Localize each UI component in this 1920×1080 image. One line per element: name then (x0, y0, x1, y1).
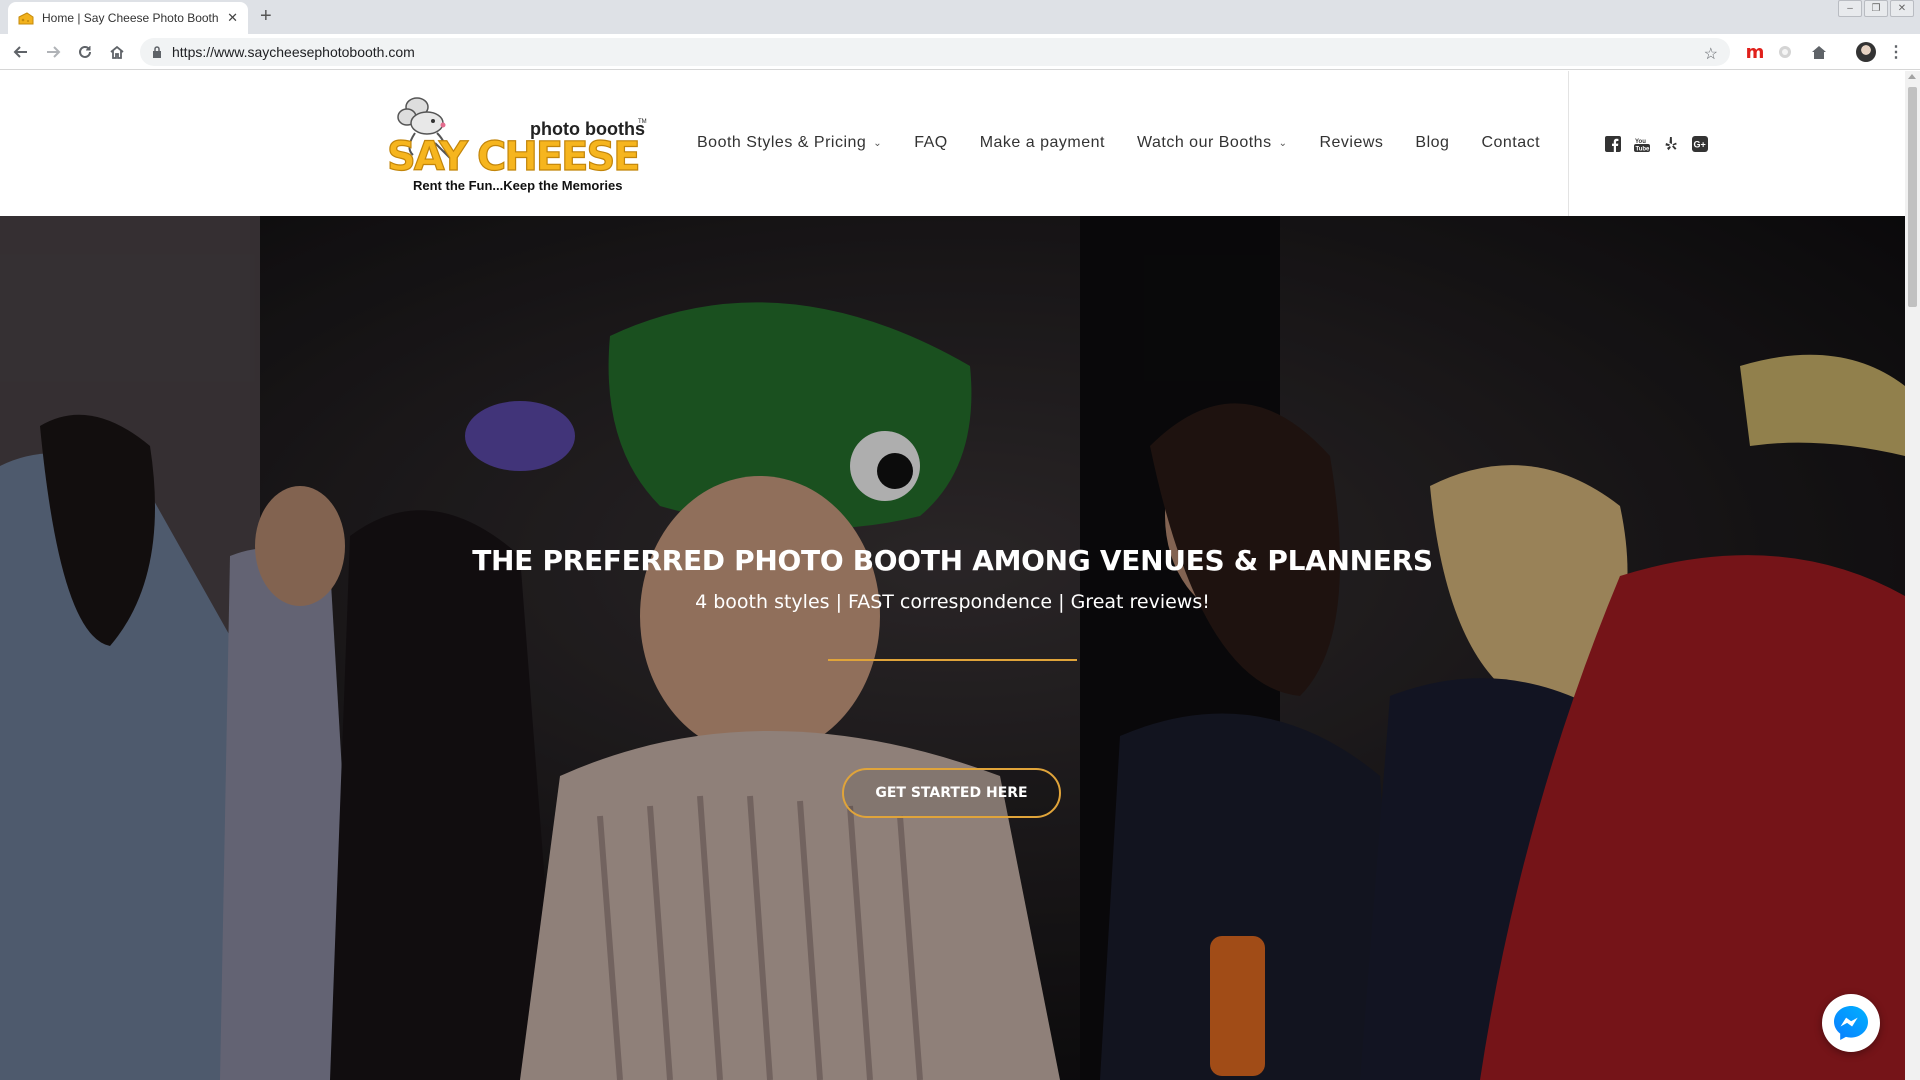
chevron-down-icon: ⌄ (1278, 137, 1288, 149)
facebook-icon[interactable] (1604, 135, 1621, 152)
svg-text:TM: TM (638, 119, 647, 125)
cheese-favicon-icon (18, 11, 34, 24)
home-extension-icon[interactable] (1809, 42, 1829, 62)
extension-grey-icon[interactable] (1775, 42, 1795, 62)
nav-faq[interactable]: FAQ (914, 134, 948, 152)
chevron-down-icon: ⌄ (873, 137, 883, 149)
page-viewport: photo booths TM SAY CHEESE Rent the Fun.… (0, 71, 1905, 1080)
nav-contact[interactable]: Contact (1481, 134, 1540, 152)
hero-content: THE PREFERRED PHOTO BOOTH AMONG VENUES &… (0, 216, 1905, 1080)
messenger-icon (1834, 1006, 1868, 1040)
scroll-up-arrow-icon[interactable] (1908, 74, 1916, 79)
svg-text:Tube: Tube (1635, 146, 1650, 152)
tab-close-icon[interactable]: ✕ (227, 10, 238, 26)
nav-label: Booth Styles & Pricing (697, 134, 867, 151)
nav-label: Contact (1481, 134, 1541, 151)
back-arrow-icon[interactable] (10, 41, 32, 63)
profile-avatar[interactable] (1856, 42, 1876, 62)
hero-divider (828, 659, 1077, 661)
main-nav: Booth Styles & Pricing ⌄ FAQ Make a paym… (697, 134, 1572, 152)
hero-title: THE PREFERRED PHOTO BOOTH AMONG VENUES &… (472, 544, 1433, 577)
browser-tab-active[interactable]: Home | Say Cheese Photo Booth Re ✕ (8, 2, 248, 34)
google-plus-icon[interactable]: G+ (1691, 135, 1708, 152)
scroll-thumb[interactable] (1908, 87, 1917, 307)
messenger-chat-button[interactable] (1822, 994, 1880, 1052)
header-divider (1568, 71, 1569, 216)
browser-menu-icon[interactable]: ⋮ (1886, 42, 1906, 62)
close-window-icon[interactable]: ✕ (1890, 0, 1914, 17)
extension-m-icon[interactable]: m (1745, 42, 1765, 63)
nav-label: Blog (1415, 134, 1450, 151)
nav-label: Make a payment (979, 134, 1105, 151)
url-text: https://www.saycheesephotobooth.com (172, 44, 415, 60)
browser-tabstrip: Home | Say Cheese Photo Booth Re ✕ + – ❐… (0, 0, 1920, 34)
nav-watch-our-booths[interactable]: Watch our Booths ⌄ (1137, 134, 1287, 152)
page-scrollbar[interactable] (1905, 71, 1920, 1080)
nav-label: Watch our Booths (1136, 134, 1272, 151)
get-started-button[interactable]: GET STARTED HERE (842, 768, 1061, 818)
restore-icon[interactable]: ❐ (1864, 0, 1888, 17)
nav-booth-styles-pricing[interactable]: Booth Styles & Pricing ⌄ (697, 134, 882, 152)
svg-text:CHEESE: CHEESE (477, 134, 639, 180)
nav-label: Reviews (1319, 134, 1384, 151)
nav-blog[interactable]: Blog (1415, 134, 1449, 152)
youtube-icon[interactable]: You Tube (1633, 135, 1650, 152)
minimize-icon[interactable]: – (1838, 0, 1862, 17)
reload-icon[interactable] (74, 41, 96, 63)
lock-icon (152, 46, 162, 58)
forward-arrow-icon[interactable] (42, 41, 64, 63)
nav-reviews[interactable]: Reviews (1319, 134, 1383, 152)
yelp-icon[interactable] (1662, 135, 1679, 152)
site-header: photo booths TM SAY CHEESE Rent the Fun.… (0, 71, 1905, 216)
window-controls: – ❐ ✕ (1838, 0, 1914, 17)
browser-toolbar: https://www.saycheesephotobooth.com ☆ m … (0, 34, 1920, 70)
svg-text:G+: G+ (1693, 139, 1705, 149)
tab-title: Home | Say Cheese Photo Booth Re (42, 11, 222, 25)
hero-section: THE PREFERRED PHOTO BOOTH AMONG VENUES &… (0, 216, 1905, 1080)
nav-make-a-payment[interactable]: Make a payment (980, 134, 1105, 152)
svg-text:SAY: SAY (387, 134, 469, 180)
home-icon[interactable] (106, 41, 128, 63)
bookmark-star-icon[interactable]: ☆ (1704, 44, 1718, 64)
svg-text:Rent the Fun...Keep the Memori: Rent the Fun...Keep the Memories (413, 178, 622, 193)
say-cheese-logo[interactable]: photo booths TM SAY CHEESE Rent the Fun.… (385, 93, 650, 193)
address-bar[interactable]: https://www.saycheesephotobooth.com ☆ (140, 38, 1730, 66)
social-links: You Tube G+ (1604, 135, 1708, 152)
hero-subtitle: 4 booth styles | FAST correspondence | G… (695, 591, 1210, 613)
new-tab-icon[interactable]: + (260, 6, 272, 26)
nav-label: FAQ (914, 134, 948, 151)
